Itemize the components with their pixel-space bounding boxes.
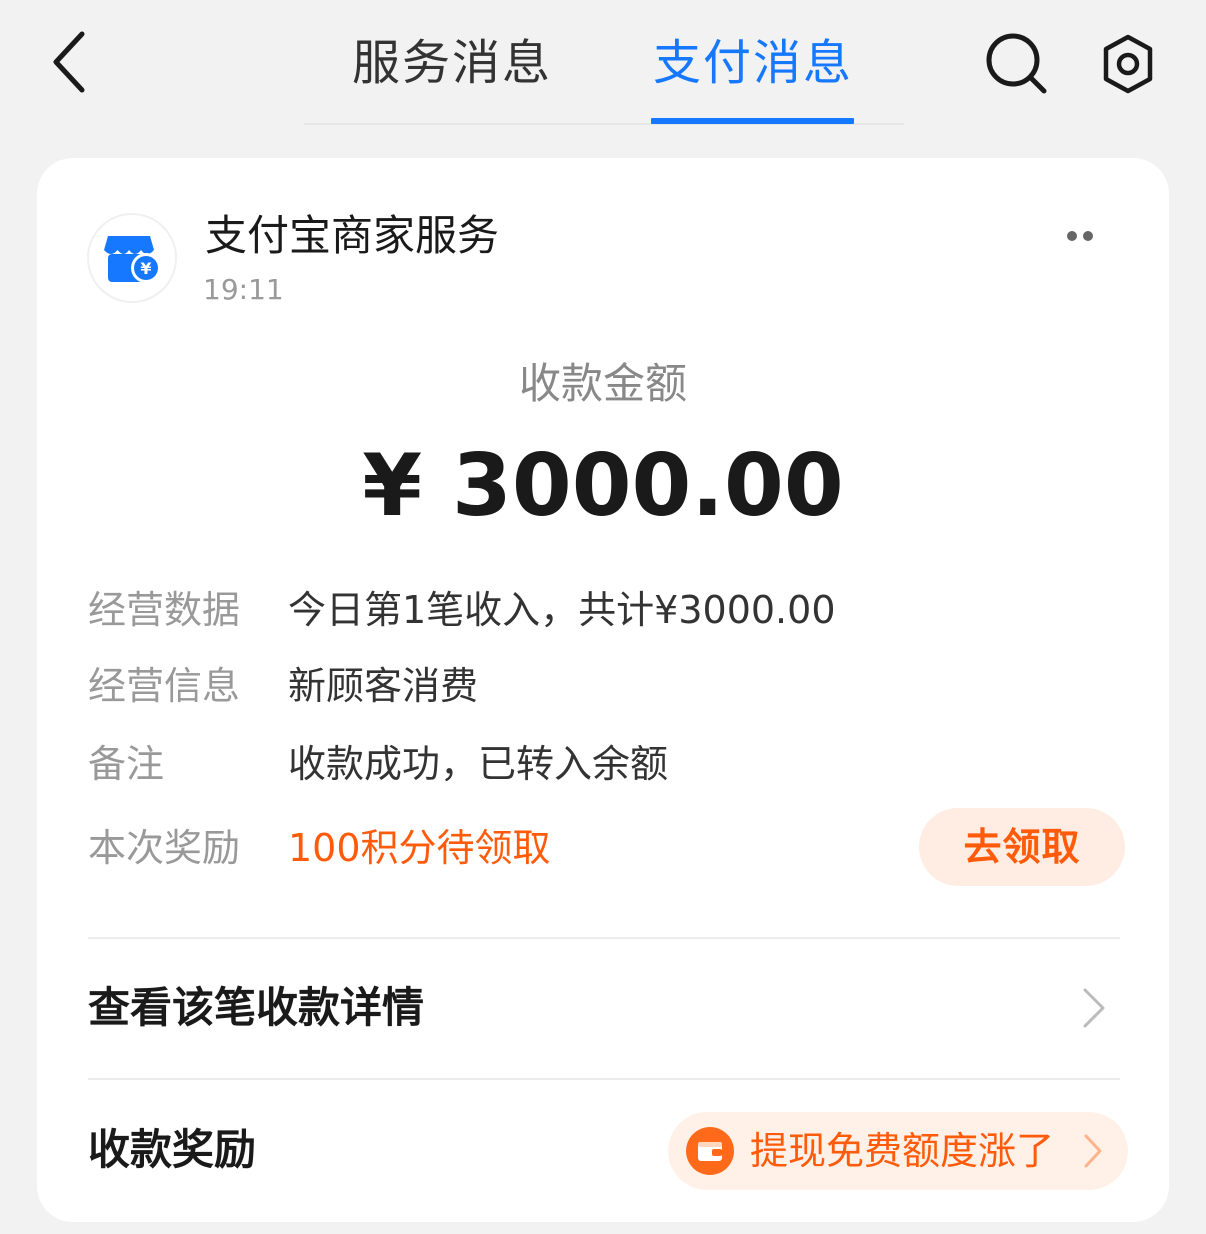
divider — [88, 937, 1120, 939]
wallet-icon — [686, 1127, 734, 1175]
reward-points-text: 100积分待领取 — [288, 826, 551, 870]
info-value: 收款成功，已转入余额 — [288, 742, 669, 786]
svg-text:¥: ¥ — [140, 259, 151, 278]
withdraw-quota-promo-button[interactable]: 提现免费额度涨了 — [668, 1112, 1128, 1190]
claim-reward-button[interactable]: 去领取 — [919, 808, 1125, 886]
payment-message-card: ¥ 支付宝商家服务 19:11 收款金额 ¥ 3000.00 经营数据 今日第1… — [37, 158, 1169, 1222]
info-label: 备注 — [88, 742, 165, 786]
message-time: 19:11 — [203, 273, 284, 306]
info-row-business-info: 经营信息 新顾客消费 — [88, 658, 1128, 714]
detail-link-label: 查看该笔收款详情 — [88, 983, 425, 1032]
back-button[interactable] — [40, 30, 100, 94]
info-value: 新顾客消费 — [288, 664, 479, 708]
payment-reward-row: 收款奖励 提现免费额度涨了 — [88, 1104, 1128, 1194]
payment-reward-label: 收款奖励 — [88, 1125, 257, 1174]
gear-icon — [1103, 34, 1153, 94]
active-tab-indicator — [651, 118, 854, 124]
info-label: 经营信息 — [88, 664, 241, 708]
merchant-avatar[interactable]: ¥ — [87, 213, 177, 303]
merchant-name: 支付宝商家服务 — [205, 211, 500, 260]
search-icon — [986, 33, 1047, 94]
info-label: 本次奖励 — [88, 826, 241, 870]
view-payment-details-link[interactable]: 查看该笔收款详情 — [88, 958, 1120, 1058]
divider — [88, 1078, 1120, 1080]
more-dots-icon — [1067, 231, 1093, 241]
search-button[interactable] — [983, 30, 1049, 96]
info-row-remark: 备注 收款成功，已转入余额 — [88, 736, 1128, 792]
chevron-right-icon — [1083, 988, 1105, 1028]
info-value: 今日第1笔收入，共计¥3000.00 — [288, 588, 836, 632]
info-row-business-data: 经营数据 今日第1笔收入，共计¥3000.00 — [88, 582, 1128, 638]
shop-yuan-icon: ¥ — [104, 236, 161, 283]
top-nav-bar: 服务消息 支付消息 — [0, 0, 1206, 130]
chevron-right-icon — [1084, 1134, 1102, 1168]
more-options-button[interactable] — [1047, 216, 1113, 256]
tab-payment-messages[interactable]: 支付消息 — [653, 28, 853, 98]
settings-button[interactable] — [1096, 32, 1160, 96]
info-label: 经营数据 — [88, 588, 241, 632]
amount-value: ¥ 3000.00 — [362, 436, 844, 536]
chevron-left-icon — [53, 31, 85, 93]
tab-service-messages[interactable]: 服务消息 — [352, 28, 552, 98]
promo-text: 提现免费额度涨了 — [750, 1129, 1055, 1173]
amount-label: 收款金额 — [518, 359, 687, 408]
